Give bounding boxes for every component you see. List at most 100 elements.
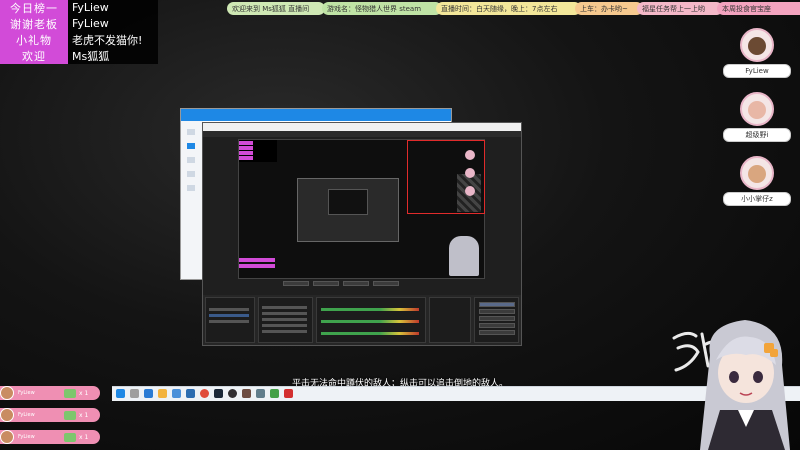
game-icon[interactable]	[242, 389, 251, 398]
source-item[interactable]	[262, 318, 307, 321]
start-streaming-button[interactable]	[479, 302, 515, 307]
windows-icon[interactable]	[116, 389, 125, 398]
obs-transitions-dock[interactable]	[429, 297, 471, 343]
store-icon[interactable]	[172, 389, 181, 398]
ticker-task: 福星任务帮上一上哟	[637, 2, 723, 15]
ticker-weekly-seat: 本周投食官宝座	[717, 2, 800, 15]
obs-icon[interactable]	[228, 389, 237, 398]
stat-key: 欢迎	[0, 48, 68, 64]
ticker-boarding: 上车：办卡哟~	[575, 2, 643, 15]
obs-sources-dock[interactable]	[258, 297, 313, 343]
obs-titlebar	[203, 123, 521, 131]
sidebar-icon	[187, 185, 195, 191]
source-item[interactable]	[262, 312, 307, 315]
source-item[interactable]	[262, 306, 307, 309]
ticker-game: 游戏名：怪物猎人世界 steam	[322, 2, 442, 15]
start-recording-button[interactable]	[479, 309, 515, 314]
supporter-name: 超级野i	[723, 128, 791, 142]
supporter-name: 小小掌仔z	[723, 192, 791, 206]
exit-button[interactable]	[479, 330, 515, 335]
chat-icon[interactable]	[270, 389, 279, 398]
supporter-3: 小小掌仔z	[722, 156, 792, 206]
folder-icon[interactable]	[158, 389, 167, 398]
stat-key: 谢谢老板	[0, 16, 68, 32]
avatar-face-icon	[748, 165, 766, 183]
stat-value: FyLiew	[68, 0, 158, 16]
preview-stats	[239, 140, 277, 162]
settings-button[interactable]	[479, 323, 515, 328]
avatar-face-icon	[748, 37, 766, 55]
avatar	[740, 28, 774, 62]
obs-button[interactable]	[313, 281, 339, 286]
supporter-2: 超级野i	[722, 92, 792, 142]
ticker-schedule: 直播时间：白天随缘，晚上：7点左右	[436, 2, 581, 15]
preview-supporter-icon	[465, 150, 475, 160]
avatar-face-icon	[748, 101, 766, 119]
vtuber-avatar	[700, 320, 790, 450]
preview-character	[449, 236, 479, 276]
obs-button[interactable]	[283, 281, 309, 286]
obs-controls-dock[interactable]	[474, 297, 519, 343]
stat-row-thanks: 谢谢老板 FyLiew	[0, 16, 158, 32]
stat-row-welcome: 欢迎 Ms狐狐	[0, 48, 158, 64]
stat-row-top-fan: 今日榜一 FyLiew	[0, 0, 158, 16]
stat-key: 小礼物	[0, 32, 68, 48]
obs-docks	[203, 295, 521, 345]
sidebar-icon	[187, 143, 195, 149]
gift-count: x 1	[79, 389, 89, 397]
scene-item[interactable]	[209, 308, 249, 311]
stat-value: 老虎不发猫你!	[68, 32, 158, 48]
stream-background: 今日榜一 FyLiew 谢谢老板 FyLiew 小礼物 老虎不发猫你! 欢迎 M…	[0, 0, 800, 450]
sidebar-icon	[187, 171, 195, 177]
avatar	[0, 430, 14, 444]
preview-stat-key	[239, 141, 253, 145]
obs-mixer-dock[interactable]	[316, 297, 426, 343]
source-item[interactable]	[262, 324, 307, 327]
gift-sender: FyLiew	[18, 434, 35, 440]
obs-button[interactable]	[373, 281, 399, 286]
preview-nested-capture	[297, 178, 399, 242]
scene-item[interactable]	[209, 320, 249, 323]
preview-stat-key	[239, 146, 253, 150]
preview-gift-bar	[239, 264, 275, 268]
gift-icon	[64, 410, 76, 420]
sidebar-icon	[187, 157, 195, 163]
search-icon[interactable]	[130, 389, 139, 398]
stat-key: 今日榜一	[0, 0, 68, 16]
avatar	[0, 386, 14, 400]
video-icon[interactable]	[284, 389, 293, 398]
avatar	[0, 408, 14, 422]
source-item[interactable]	[262, 330, 307, 333]
gift-bar: FyLiew x 1	[0, 430, 100, 444]
edge-icon[interactable]	[144, 389, 153, 398]
settings-icon[interactable]	[256, 389, 265, 398]
preview-nested-window	[328, 189, 368, 215]
avatar	[740, 156, 774, 190]
preview-supporter-icon	[465, 186, 475, 196]
audio-meter	[321, 320, 419, 323]
mail-icon[interactable]	[186, 389, 195, 398]
obs-button[interactable]	[343, 281, 369, 286]
chrome-icon[interactable]	[200, 389, 209, 398]
preview-stat-key	[239, 156, 253, 160]
stat-value: Ms狐狐	[68, 48, 158, 64]
preview-gift-bar	[239, 258, 275, 262]
gift-sender: FyLiew	[18, 390, 35, 396]
gift-icon	[64, 388, 76, 398]
avatar	[740, 92, 774, 126]
ticker-welcome: 欢迎来到 Ms狐狐 直播间	[227, 2, 325, 15]
studio-mode-button[interactable]	[479, 316, 515, 321]
audio-meter	[321, 332, 419, 335]
scene-item[interactable]	[209, 314, 249, 317]
gift-count: x 1	[79, 411, 89, 419]
obs-scenes-dock[interactable]	[205, 297, 255, 343]
preview-supporter-icon	[465, 168, 475, 178]
stats-panel: 今日榜一 FyLiew 谢谢老板 FyLiew 小礼物 老虎不发猫你! 欢迎 M…	[0, 0, 158, 64]
obs-menubar	[203, 131, 521, 137]
stat-row-small-gift: 小礼物 老虎不发猫你!	[0, 32, 158, 48]
preview-stat-key	[239, 151, 253, 155]
stat-value: FyLiew	[68, 16, 158, 32]
gift-icon	[64, 432, 76, 442]
steam-icon[interactable]	[214, 389, 223, 398]
gift-sender: FyLiew	[18, 412, 35, 418]
